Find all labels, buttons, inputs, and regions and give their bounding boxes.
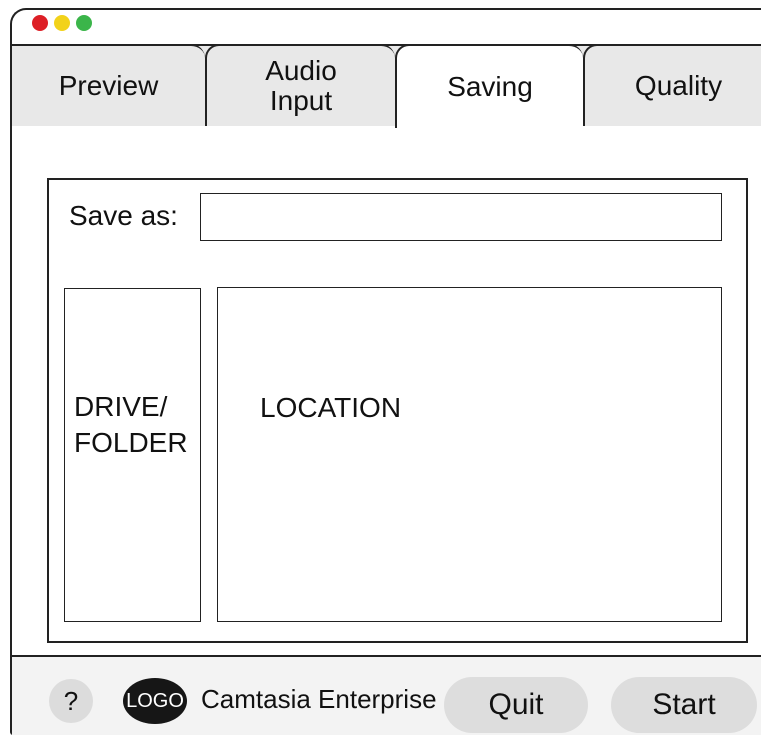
tab-audio-input[interactable]: Audio Input (205, 44, 395, 126)
quit-button[interactable]: Quit (444, 677, 588, 733)
help-button[interactable]: ? (49, 679, 93, 723)
start-button-label: Start (652, 688, 716, 721)
tab-preview-label: Preview (58, 70, 159, 101)
tab-strip: Preview Audio Input Saving Quality (12, 44, 761, 128)
save-as-input[interactable] (200, 193, 722, 241)
product-name: Camtasia Enterprise (201, 684, 437, 714)
help-icon: ? (63, 685, 79, 716)
logo: LOGO (123, 678, 187, 724)
tab-saving[interactable]: Saving (395, 44, 583, 128)
location-label: LOCATION (260, 392, 402, 423)
start-button[interactable]: Start (611, 677, 757, 733)
location-pane[interactable]: LOCATION (217, 287, 722, 622)
tab-saving-label: Saving (447, 71, 533, 102)
drive-folder-label: DRIVE/ FOLDER (74, 391, 188, 458)
title-bar (12, 10, 761, 44)
saving-panel: Save as: DRIVE/ FOLDER LOCATION (47, 178, 748, 643)
close-window-button[interactable] (32, 15, 48, 31)
save-as-label: Save as: (69, 200, 178, 231)
tab-quality-label: Quality (634, 70, 723, 101)
minimize-window-button[interactable] (54, 15, 70, 31)
logo-text: LOGO (126, 689, 184, 712)
quit-button-label: Quit (488, 688, 544, 721)
tab-quality[interactable]: Quality (583, 44, 761, 126)
tab-audio-input-label: Audio Input (265, 55, 337, 116)
footer-bar: ? LOGO Camtasia Enterprise Quit Start (12, 655, 761, 735)
zoom-window-button[interactable] (76, 15, 92, 31)
app-window: Preview Audio Input Saving Quality Save … (10, 8, 761, 735)
drive-folder-pane[interactable]: DRIVE/ FOLDER (64, 288, 201, 622)
tab-preview[interactable]: Preview (12, 44, 205, 126)
